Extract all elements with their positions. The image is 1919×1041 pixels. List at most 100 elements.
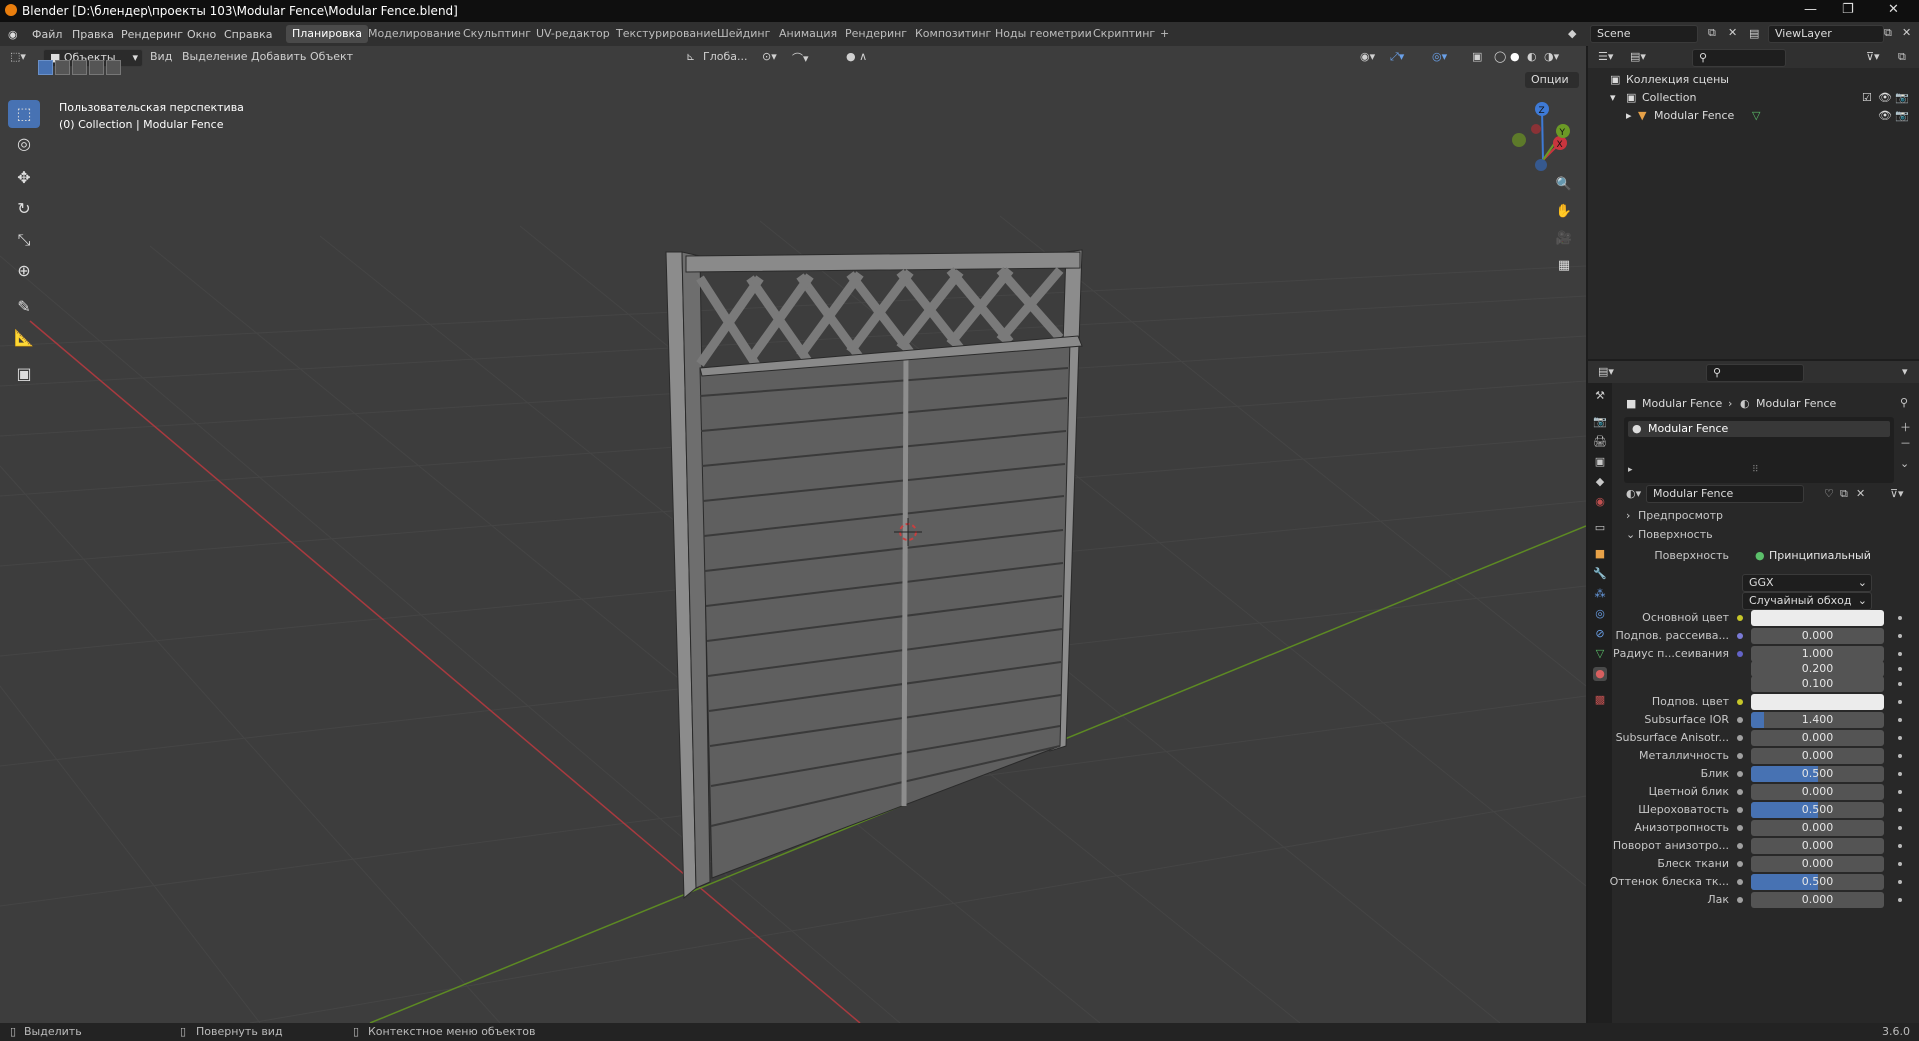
modular-fence-mesh[interactable] (665, 249, 1083, 900)
constraints-tab-icon[interactable]: ⊘ (1593, 627, 1607, 641)
link-selector-icon[interactable]: ⊽▾ (1890, 487, 1904, 500)
output-tab-icon[interactable]: 🖨 (1593, 435, 1607, 449)
outliner-search-input[interactable]: ⚲ (1692, 49, 1786, 67)
param-field-roughness[interactable]: 0.500 (1751, 802, 1884, 818)
expand-arrow-icon[interactable]: ▾ (1610, 89, 1616, 107)
keyframe-dot-icon[interactable] (1898, 898, 1902, 902)
workspace-tab-texturing[interactable]: Текстурирование (610, 25, 723, 43)
annotate-tool[interactable]: ✎ (8, 293, 40, 321)
keyframe-dot-icon[interactable] (1898, 718, 1902, 722)
checkbox-icon[interactable]: ☑ (1862, 89, 1872, 107)
socket-dot-icon[interactable] (1737, 879, 1743, 885)
select-invert-icon[interactable] (89, 60, 104, 75)
keyframe-dot-icon[interactable] (1898, 826, 1902, 830)
cursor-tool[interactable]: ◎ (8, 130, 40, 158)
viewport-menu-view[interactable]: Вид (150, 50, 172, 63)
slot-specials-icon[interactable]: ⌄ (1900, 457, 1909, 470)
resize-handle-icon[interactable]: ⠿ (1752, 465, 1759, 475)
keyframe-dot-icon[interactable] (1898, 652, 1902, 656)
measure-tool[interactable]: 📐 (8, 324, 40, 352)
remove-slot-icon[interactable]: － (1900, 435, 1911, 451)
unlink-material-icon[interactable]: ✕ (1856, 487, 1865, 500)
param-field-sheen[interactable]: 0.000 (1751, 856, 1884, 872)
scene-remove-icon[interactable]: ✕ (1728, 26, 1737, 39)
camera-render-icon[interactable]: 📷 (1895, 107, 1909, 125)
editor-type-icon[interactable]: ⬚▾ (10, 50, 26, 63)
keyframe-dot-icon[interactable] (1898, 808, 1902, 812)
pivot-point-icon[interactable]: ⊙▾ (762, 50, 777, 63)
mesh-data-icon[interactable]: ▽ (1752, 107, 1760, 125)
workspace-tab-rendering[interactable]: Рендеринг (839, 25, 913, 43)
param-field-anisotropic[interactable]: 0.000 (1751, 820, 1884, 836)
view-layer-new-icon[interactable]: ⧉ (1884, 26, 1892, 40)
snap-icon[interactable]: ⌒▾ (792, 50, 809, 66)
workspace-tab-shading[interactable]: Шейдинг (711, 25, 776, 43)
socket-dot-icon[interactable] (1737, 753, 1743, 759)
socket-dot-icon[interactable] (1737, 735, 1743, 741)
keyframe-dot-icon[interactable] (1898, 862, 1902, 866)
select-intersect-icon[interactable] (106, 60, 121, 75)
material-shading-icon[interactable]: ◐ (1527, 50, 1537, 63)
param-field-anisotropic-rotation[interactable]: 0.000 (1751, 838, 1884, 854)
add-slot-icon[interactable]: ＋ (1900, 419, 1911, 435)
expand-arrow-icon[interactable]: ▸ (1626, 107, 1632, 125)
menu-render[interactable]: Рендеринг (121, 28, 183, 41)
socket-dot-icon[interactable] (1737, 825, 1743, 831)
param-field-subsurface-ior[interactable]: 1.400 (1751, 712, 1884, 728)
zoom-icon[interactable]: 🔍 (1552, 173, 1576, 197)
particles-tab-icon[interactable]: ⁂ (1593, 587, 1607, 601)
maximize-button[interactable]: ❐ (1842, 2, 1854, 17)
minimize-button[interactable]: — (1804, 2, 1817, 17)
material-tab-icon[interactable]: ● (1593, 667, 1607, 681)
socket-dot-icon[interactable] (1737, 717, 1743, 723)
workspace-tab-sculpting[interactable]: Скульптинг (457, 25, 537, 43)
data-tab-icon[interactable]: ▽ (1593, 647, 1607, 661)
workspace-tab-animation[interactable]: Анимация (773, 25, 843, 43)
chevron-down-icon[interactable]: ▾ (1902, 365, 1908, 378)
socket-dot-icon[interactable] (1737, 615, 1743, 621)
socket-dot-icon[interactable] (1737, 843, 1743, 849)
camera-render-icon[interactable]: 📷 (1895, 89, 1909, 107)
render-tab-icon[interactable]: 📷 (1593, 415, 1607, 429)
viewport-menu-select[interactable]: Выделение (182, 50, 248, 63)
rotate-tool[interactable]: ↻ (8, 195, 40, 223)
keyframe-dot-icon[interactable] (1898, 616, 1902, 620)
param-field-sheen-tint[interactable]: 0.500 (1751, 874, 1884, 890)
filter-icon[interactable]: ⊽▾ (1866, 50, 1880, 63)
param-field-subsurface-radius-y[interactable]: 0.200 (1751, 661, 1884, 677)
tool-tab-icon[interactable]: ⚒ (1593, 389, 1607, 403)
param-field-subsurface-radius[interactable]: 1.000 (1751, 646, 1884, 662)
collection-tab-icon[interactable]: ▭ (1593, 521, 1607, 535)
solid-shading-icon[interactable]: ● (1510, 50, 1520, 63)
viewport-menu-add[interactable]: Добавить (251, 50, 306, 63)
eye-icon[interactable]: 👁 (1878, 107, 1892, 125)
workspace-tab-geometry-nodes[interactable]: Ноды геометрии (989, 25, 1098, 43)
param-field-subsurface-radius-z[interactable]: 0.100 (1751, 676, 1884, 692)
texture-tab-icon[interactable]: ▩ (1593, 693, 1607, 707)
workspace-tab-scripting[interactable]: Скриптинг (1087, 25, 1161, 43)
socket-dot-icon[interactable] (1737, 807, 1743, 813)
world-tab-icon[interactable]: ◉ (1593, 495, 1607, 509)
distribution-dropdown[interactable]: GGX ⌄ (1742, 574, 1872, 592)
param-field-specular[interactable]: 0.500 (1751, 766, 1884, 782)
menu-window[interactable]: Окно (187, 28, 216, 41)
viewport-menu-object[interactable]: Объект (310, 50, 353, 63)
camera-view-icon[interactable]: 🎥 (1552, 227, 1576, 251)
material-slot-item[interactable]: ● Modular Fence (1628, 421, 1890, 437)
param-field-specular-tint[interactable]: 0.000 (1751, 784, 1884, 800)
socket-dot-icon[interactable] (1737, 651, 1743, 657)
view-layer-selector[interactable]: ViewLayer (1768, 25, 1884, 43)
proportional-edit-icon[interactable]: ● ∧ (846, 50, 867, 63)
socket-dot-icon[interactable] (1737, 699, 1743, 705)
workspace-tab-compositing[interactable]: Композитинг (909, 25, 997, 43)
keyframe-dot-icon[interactable] (1898, 667, 1902, 671)
param-field-subsurface[interactable]: 0.000 (1751, 628, 1884, 644)
select-box-tool[interactable]: ⬚ (8, 100, 40, 128)
physics-tab-icon[interactable]: ◎ (1593, 607, 1607, 621)
options-dropdown[interactable]: Опции (1525, 72, 1579, 88)
duplicate-material-icon[interactable]: ⧉ (1840, 487, 1848, 501)
workspace-tab-uv[interactable]: UV-редактор (530, 25, 616, 43)
close-button[interactable]: ✕ (1888, 2, 1899, 17)
keyframe-dot-icon[interactable] (1898, 772, 1902, 776)
transform-tool[interactable]: ⊕ (8, 257, 40, 285)
